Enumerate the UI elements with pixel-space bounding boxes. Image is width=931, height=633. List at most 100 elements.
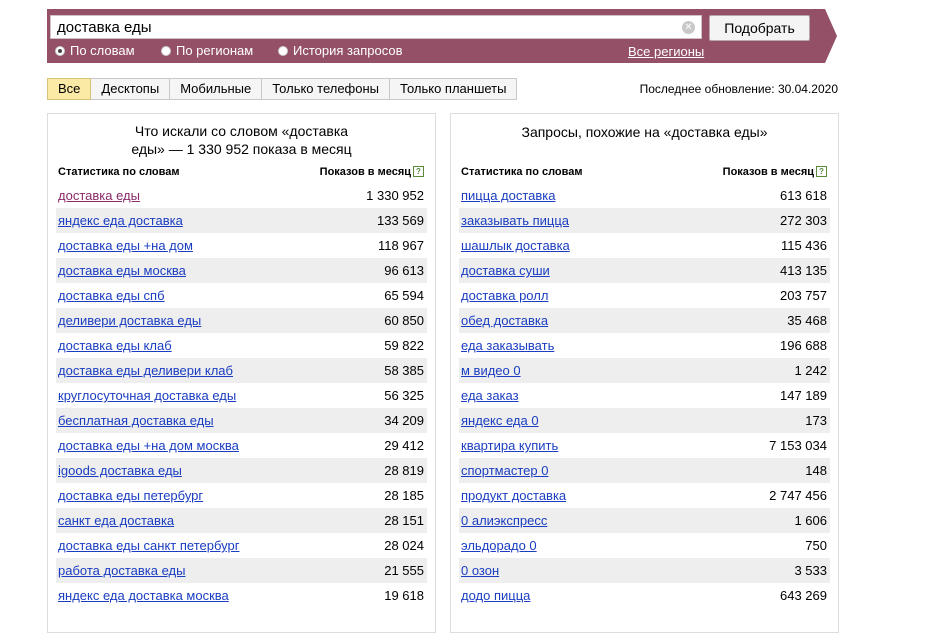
keyword-link[interactable]: спортмастер 0 — [461, 463, 548, 478]
keyword-link[interactable]: 0 озон — [461, 563, 499, 578]
search-field[interactable]: ✕ — [50, 15, 702, 39]
table-row: доставка еды 1 330 952 — [56, 183, 427, 208]
clear-icon[interactable]: ✕ — [682, 21, 695, 34]
shows-count: 1 242 — [794, 363, 827, 378]
keyword-link[interactable]: санкт еда доставка — [58, 513, 174, 528]
table-row: яндекс еда доставка москва 19 618 — [56, 583, 427, 608]
panel-title-line: Что искали со словом «доставка — [134, 123, 349, 139]
column-headers: Статистика по словам Показов в месяц? — [461, 166, 828, 182]
table-row: доставка ролл 203 757 — [459, 283, 830, 308]
shows-count: 19 618 — [384, 588, 424, 603]
search-input[interactable] — [57, 16, 677, 38]
tab-tablets-only[interactable]: Только планшеты — [390, 78, 518, 100]
radio-by-regions[interactable]: По регионам — [161, 43, 253, 58]
shows-count: 21 555 — [384, 563, 424, 578]
tab-phones-only[interactable]: Только телефоны — [262, 78, 391, 100]
keyword-link[interactable]: додо пицца — [461, 588, 530, 603]
table-row: доставка еды клаб 59 822 — [56, 333, 427, 358]
table-row: работа доставка еды 21 555 — [56, 558, 427, 583]
tab-all[interactable]: Все — [47, 78, 92, 100]
shows-count: 196 688 — [780, 338, 827, 353]
keyword-link[interactable]: квартира купить — [461, 438, 558, 453]
keyword-link[interactable]: доставка еды москва — [58, 263, 186, 278]
shows-count: 613 618 — [780, 188, 827, 203]
keyword-link[interactable]: доставка суши — [461, 263, 550, 278]
keyword-link[interactable]: доставка еды деливери клаб — [58, 363, 233, 378]
last-update-text: Последнее обновление: 30.04.2020 — [639, 82, 838, 96]
shows-count: 1 330 952 — [366, 188, 424, 203]
shows-count: 115 436 — [780, 238, 827, 253]
keyword-link[interactable]: работа доставка еды — [58, 563, 185, 578]
keyword-column-header: Статистика по словам — [461, 166, 583, 178]
keyword-list: пицца доставка 613 618 заказывать пицца 272… — [459, 183, 830, 608]
words-stats-panel: Что искали со словом «доставка еды» — 1 … — [47, 113, 436, 633]
table-row: доставка еды москва 96 613 — [56, 258, 427, 283]
shows-count: 28 024 — [384, 538, 424, 553]
shows-count: 147 189 — [780, 388, 827, 403]
table-row: яндекс еда 0 173 — [459, 408, 830, 433]
keyword-link[interactable]: igoods доставка еды — [58, 463, 182, 478]
radio-by-words[interactable]: По словам — [55, 43, 135, 58]
shows-column-header: Показов в месяц? — [723, 166, 827, 178]
keyword-link[interactable]: яндекс еда доставка москва — [58, 588, 229, 603]
keyword-link[interactable]: доставка еды петербург — [58, 488, 203, 503]
table-row: igoods доставка еды 28 819 — [56, 458, 427, 483]
shows-count: 59 822 — [384, 338, 424, 353]
search-band-arrow — [825, 9, 837, 63]
keyword-link[interactable]: доставка еды +на дом москва — [58, 438, 239, 453]
keyword-link[interactable]: еда заказ — [461, 388, 519, 403]
tab-desktops[interactable]: Десктопы — [91, 78, 171, 100]
shows-count: 96 613 — [384, 263, 424, 278]
table-row: 0 алиэкспресс 1 606 — [459, 508, 830, 533]
tab-mobile[interactable]: Мобильные — [170, 78, 263, 100]
keyword-link[interactable]: доставка еды санкт петербург — [58, 538, 239, 553]
all-regions-link[interactable]: Все регионы — [628, 44, 704, 59]
keyword-link[interactable]: деливери доставка еды — [58, 313, 201, 328]
keyword-link[interactable]: круглосуточная доставка еды — [58, 388, 236, 403]
keyword-link[interactable]: бесплатная доставка еды — [58, 413, 214, 428]
shows-count: 133 569 — [377, 213, 424, 228]
table-row: деливери доставка еды 60 850 — [56, 308, 427, 333]
keyword-link[interactable]: м видео 0 — [461, 363, 521, 378]
shows-count: 413 135 — [780, 263, 827, 278]
keyword-link[interactable]: заказывать пицца — [461, 213, 569, 228]
keyword-link[interactable]: доставка еды клаб — [58, 338, 172, 353]
keyword-link[interactable]: еда заказывать — [461, 338, 554, 353]
shows-count: 643 269 — [780, 588, 827, 603]
help-icon[interactable]: ? — [816, 166, 827, 177]
table-row: еда заказывать 196 688 — [459, 333, 830, 358]
keyword-link[interactable]: яндекс еда 0 — [461, 413, 539, 428]
shows-column-header: Показов в месяц? — [320, 166, 424, 178]
table-row: круглосуточная доставка еды 56 325 — [56, 383, 427, 408]
keyword-list: доставка еды 1 330 952 яндекс еда доставка… — [56, 183, 427, 608]
keyword-link[interactable]: доставка еды спб — [58, 288, 165, 303]
keyword-link[interactable]: доставка еды +на дом — [58, 238, 193, 253]
shows-count: 118 967 — [377, 238, 424, 253]
keyword-link[interactable]: шашлык доставка — [461, 238, 570, 253]
radio-history[interactable]: История запросов — [278, 43, 403, 58]
table-row: бесплатная доставка еды 34 209 — [56, 408, 427, 433]
shows-count: 272 303 — [780, 213, 827, 228]
keyword-link[interactable]: доставка еды — [58, 188, 140, 203]
shows-count: 148 — [805, 463, 827, 478]
table-row: санкт еда доставка 28 151 — [56, 508, 427, 533]
shows-count: 3 533 — [794, 563, 827, 578]
table-row: доставка еды петербург 28 185 — [56, 483, 427, 508]
keyword-link[interactable]: яндекс еда доставка — [58, 213, 183, 228]
table-row: доставка еды +на дом 118 967 — [56, 233, 427, 258]
keyword-link[interactable]: обед доставка — [461, 313, 548, 328]
keyword-link[interactable]: 0 алиэкспресс — [461, 513, 547, 528]
table-row: доставка еды санкт петербург 28 024 — [56, 533, 427, 558]
keyword-link[interactable]: эльдорадо 0 — [461, 538, 537, 553]
keyword-link[interactable]: доставка ролл — [461, 288, 548, 303]
shows-count: 34 209 — [384, 413, 424, 428]
table-row: доставка еды +на дом москва 29 412 — [56, 433, 427, 458]
submit-button[interactable]: Подобрать — [709, 15, 810, 41]
keyword-link[interactable]: пицца доставка — [461, 188, 556, 203]
similar-queries-panel: Запросы, похожие на «доставка еды» Стати… — [450, 113, 839, 633]
help-icon[interactable]: ? — [413, 166, 424, 177]
table-row: додо пицца 643 269 — [459, 583, 830, 608]
keyword-link[interactable]: продукт доставка — [461, 488, 566, 503]
shows-count: 58 385 — [384, 363, 424, 378]
keyword-column-header: Статистика по словам — [58, 166, 180, 178]
